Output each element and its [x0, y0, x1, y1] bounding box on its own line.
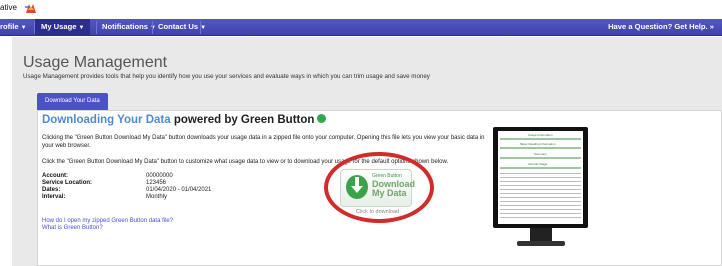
screen-line	[500, 138, 581, 140]
heading-dark-text: powered by Green Button	[170, 114, 315, 126]
screen-row	[500, 217, 581, 218]
help-link[interactable]: Have a Question? Get Help. »	[608, 22, 714, 31]
screen-row	[500, 201, 581, 202]
interval-value: Monthly	[146, 194, 168, 200]
section-heading: Downloading Your Data powered by Green B…	[42, 114, 327, 126]
page-title: Usage Management	[23, 54, 168, 71]
tab-download-your-data[interactable]: Download Your Data	[37, 93, 108, 110]
service-location-label: Service Location:	[42, 180, 93, 186]
account-label: Account:	[42, 173, 68, 179]
screen-row	[500, 185, 581, 186]
nav-divider	[152, 21, 153, 34]
brand-logo-icon	[25, 4, 36, 13]
nav-divider	[200, 21, 201, 34]
screen-row	[500, 197, 581, 198]
nav-notifications[interactable]: Notifications▼	[102, 22, 156, 31]
account-value: 00000000	[146, 173, 173, 179]
screen-text-summary: Summary	[534, 152, 547, 156]
monitor-base	[517, 241, 565, 246]
highlight-circle	[324, 152, 434, 223]
screen-row	[500, 181, 581, 182]
screen-row	[500, 193, 581, 194]
green-button-logo-icon	[317, 114, 327, 124]
chevron-down-icon: ▼	[20, 25, 27, 31]
service-location-value: 123456	[146, 180, 167, 186]
interval-label: Interval:	[42, 194, 66, 200]
screen-row	[500, 213, 581, 214]
monitor-screen-content: Usage Information Meter Reading Informat…	[498, 131, 583, 224]
screen-row	[500, 209, 581, 210]
screen-line	[500, 157, 581, 159]
nav-divider	[96, 21, 97, 34]
screen-row	[500, 177, 581, 178]
nav-my-usage-label: My Usage	[41, 22, 77, 31]
nav-contact-us-label: Contact Us	[158, 22, 199, 31]
screen-line	[500, 147, 581, 149]
nav-profile-label: rofile	[0, 22, 19, 31]
dates-label: Dates:	[42, 187, 61, 193]
screen-text-interval: Interval Usage	[528, 162, 548, 166]
nav-contact-us[interactable]: Contact Us ▼	[158, 22, 206, 31]
screen-text-meter: Meter Reading Information	[520, 142, 556, 146]
screen-row	[500, 205, 581, 206]
page-subtitle: Usage Management provides tools that hel…	[23, 73, 430, 80]
chevron-down-icon: ▼	[78, 25, 85, 31]
nav-profile[interactable]: rofile ▼	[0, 22, 27, 31]
help-link-zipped-file[interactable]: How do I open my zipped Green Button dat…	[42, 218, 173, 224]
screen-line	[500, 167, 581, 169]
monitor-stand	[530, 228, 552, 242]
help-link-what-is-green-button[interactable]: What is Green Button?	[42, 225, 103, 231]
screen-text-usage: Usage Information	[528, 133, 553, 137]
description-line-1: Clicking the "Green Button Download My D…	[42, 135, 485, 141]
nav-notifications-label: Notifications	[102, 22, 148, 31]
screen-row	[500, 173, 581, 174]
nav-my-usage[interactable]: My Usage ▼	[35, 19, 91, 35]
description-line-2: your web browser.	[42, 143, 91, 149]
heading-blue-text: Downloading Your Data	[42, 114, 171, 126]
top-bar: ative	[0, 0, 722, 19]
screen-row	[500, 189, 581, 190]
dates-value: 01/04/2020 - 01/04/2021	[146, 187, 212, 193]
brand-text: ative	[0, 3, 17, 12]
